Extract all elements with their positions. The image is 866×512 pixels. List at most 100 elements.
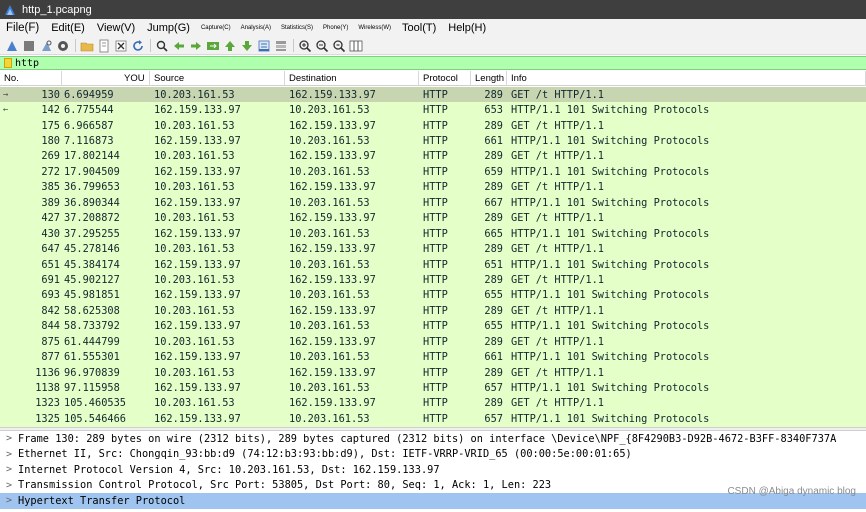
open-folder-icon[interactable] [79, 38, 94, 53]
packet-row[interactable]: 691 45.902127 10.203.161.53 162.159.133.97 H… [0, 272, 866, 287]
find-icon[interactable] [154, 38, 169, 53]
packet-row[interactable]: 385 36.799653 10.203.161.53 162.159.133.97 H… [0, 180, 866, 195]
packet-row[interactable]: 389 36.890344 162.159.133.97 10.203.161.53 H… [0, 195, 866, 210]
menu-item[interactable]: Capture(C) [196, 25, 236, 31]
close-file-icon[interactable] [113, 38, 128, 53]
go-forward-icon[interactable] [188, 38, 203, 53]
stop-icon[interactable] [21, 38, 36, 53]
packet-row[interactable]: 1325 105.546466 162.159.133.97 10.203.161.5… [0, 411, 866, 426]
detail-tree-item[interactable]: > Frame 130: 289 bytes on wire (2312 bits… [0, 431, 866, 447]
resize-columns-icon[interactable] [348, 38, 363, 53]
col-header-protocol[interactable]: Protocol [419, 70, 471, 86]
packet-row[interactable]: ← 142 6.775544 162.159.133.97 10.203.161.53 H… [0, 102, 866, 117]
menu-item[interactable]: File(F) [0, 22, 45, 34]
packet-info: GET /t HTTP/1.1 [511, 119, 604, 132]
zoom-out-icon[interactable] [314, 38, 329, 53]
packet-row[interactable]: 877 61.555301 162.159.133.97 10.203.161.53 H… [0, 349, 866, 364]
packet-row[interactable]: 875 61.444799 10.203.161.53 162.159.133.97 H… [0, 334, 866, 349]
zoom-normal-icon[interactable] [331, 38, 346, 53]
packet-length: 289 [484, 273, 503, 286]
packet-row[interactable]: 427 37.208872 10.203.161.53 162.159.133.97 H… [0, 211, 866, 226]
detail-tree-item[interactable]: > Ethernet II, Src: Chongqin_93:bb:d9 (74… [0, 447, 866, 463]
packet-row[interactable]: → 130 6.694959 10.203.161.53 162.159.133.97 H… [0, 87, 866, 103]
col-header-source[interactable]: Source [150, 70, 285, 86]
menu-item[interactable]: Analysis(A) [236, 25, 276, 31]
menu-item[interactable]: Tool(T) [396, 22, 442, 34]
col-header-length[interactable]: Length [471, 70, 507, 86]
packet-destination: 162.159.133.97 [289, 397, 376, 410]
packet-info: GET /t HTTP/1.1 [511, 181, 604, 194]
packet-row[interactable]: 1136 96.970839 10.203.161.53 162.159.133.97… [0, 365, 866, 380]
packet-length: 289 [484, 88, 503, 101]
packet-info: GET /t HTTP/1.1 [511, 273, 604, 286]
packet-number: 142 [41, 104, 60, 117]
main-toolbar [0, 37, 866, 55]
bookmark-icon[interactable] [4, 58, 12, 68]
packet-time: 105.460535 [64, 397, 126, 410]
packet-source: 10.203.161.53 [154, 181, 235, 194]
menu-bar: File(F) Edit(E) View(V) Jump(G) Capture(C) An… [0, 19, 866, 37]
packet-time: 17.802144 [64, 150, 120, 163]
expand-chevron-icon[interactable]: > [0, 495, 18, 506]
col-header-time[interactable]: YOU [62, 70, 150, 86]
window-title: http_1.pcapng [22, 3, 92, 16]
packet-length: 289 [484, 150, 503, 163]
detail-tree-label: Hypertext Transfer Protocol [18, 494, 186, 507]
menu-item[interactable]: Statistics(S) [276, 25, 318, 31]
menu-item[interactable]: Wireless(W) [353, 25, 396, 31]
menu-item[interactable]: Edit(E) [45, 22, 91, 34]
go-back-icon[interactable] [171, 38, 186, 53]
packet-info: GET /t HTTP/1.1 [511, 243, 604, 256]
go-to-packet-icon[interactable] [205, 38, 220, 53]
packet-length: 651 [484, 258, 503, 271]
packet-row[interactable]: 175 6.966587 10.203.161.53 162.159.133.97 HT… [0, 118, 866, 133]
col-header-destination[interactable]: Destination [285, 70, 419, 86]
packet-info: GET /t HTTP/1.1 [511, 335, 604, 348]
packet-protocol: HTTP [423, 382, 448, 395]
options-gear-icon[interactable] [55, 38, 70, 53]
packet-row[interactable]: 1138 97.115958 162.159.133.97 10.203.161.53… [0, 380, 866, 395]
packet-row[interactable]: 842 58.625308 10.203.161.53 162.159.133.97 H… [0, 303, 866, 318]
detail-tree-item[interactable]: > Internet Protocol Version 4, Src: 10.20… [0, 462, 866, 478]
packet-row[interactable]: 651 45.384174 162.159.133.97 10.203.161.53 H… [0, 257, 866, 272]
reload-icon[interactable] [130, 38, 145, 53]
packet-row[interactable]: 1323 105.460535 10.203.161.53 162.159.133.9… [0, 396, 866, 411]
col-header-info[interactable]: Info [507, 70, 866, 86]
packet-length: 657 [484, 382, 503, 395]
packet-time: 61.555301 [64, 351, 120, 364]
packet-source: 10.203.161.53 [154, 273, 235, 286]
display-filter-input[interactable] [15, 57, 415, 69]
packet-protocol: HTTP [423, 119, 448, 132]
expand-chevron-icon[interactable]: > [0, 449, 18, 460]
file-icon[interactable] [96, 38, 111, 53]
restart-icon[interactable] [38, 38, 53, 53]
packet-row[interactable]: 180 7.116873 162.159.133.97 10.203.161.53 HT… [0, 133, 866, 148]
expand-chevron-icon[interactable]: > [0, 433, 18, 444]
packet-row[interactable]: 647 45.278146 10.203.161.53 162.159.133.97 H… [0, 241, 866, 256]
menu-item[interactable]: Phone(Y) [318, 25, 353, 31]
packet-length: 657 [484, 412, 503, 425]
packet-source: 10.203.161.53 [154, 212, 235, 225]
autoscroll-icon[interactable] [256, 38, 271, 53]
first-packet-icon[interactable] [222, 38, 237, 53]
packet-protocol: HTTP [423, 366, 448, 379]
packet-row[interactable]: 844 58.733792 162.159.133.97 10.203.161.53 H… [0, 319, 866, 334]
packet-number: 1325 [35, 412, 60, 425]
packet-row[interactable]: 272 17.904509 162.159.133.97 10.203.161.53 H… [0, 164, 866, 179]
expand-chevron-icon[interactable]: > [0, 464, 18, 475]
expand-chevron-icon[interactable]: > [0, 480, 18, 491]
packet-time: 61.444799 [64, 335, 120, 348]
col-header-no[interactable]: No. [0, 70, 62, 86]
colorize-icon[interactable] [273, 38, 288, 53]
packet-info: GET /t HTTP/1.1 [511, 150, 604, 163]
zoom-in-icon[interactable] [297, 38, 312, 53]
menu-item[interactable]: View(V) [91, 22, 141, 34]
shark-fin-start-icon[interactable] [4, 38, 19, 53]
menu-item[interactable]: Help(H) [442, 22, 492, 34]
packet-row[interactable]: 269 17.802144 10.203.161.53 162.159.133.97 H… [0, 149, 866, 164]
packet-number: 844 [41, 320, 60, 333]
last-packet-icon[interactable] [239, 38, 254, 53]
packet-row[interactable]: 430 37.295255 162.159.133.97 10.203.161.53 H… [0, 226, 866, 241]
menu-item[interactable]: Jump(G) [141, 22, 196, 34]
packet-row[interactable]: 693 45.981851 162.159.133.97 10.203.161.53 H… [0, 288, 866, 303]
